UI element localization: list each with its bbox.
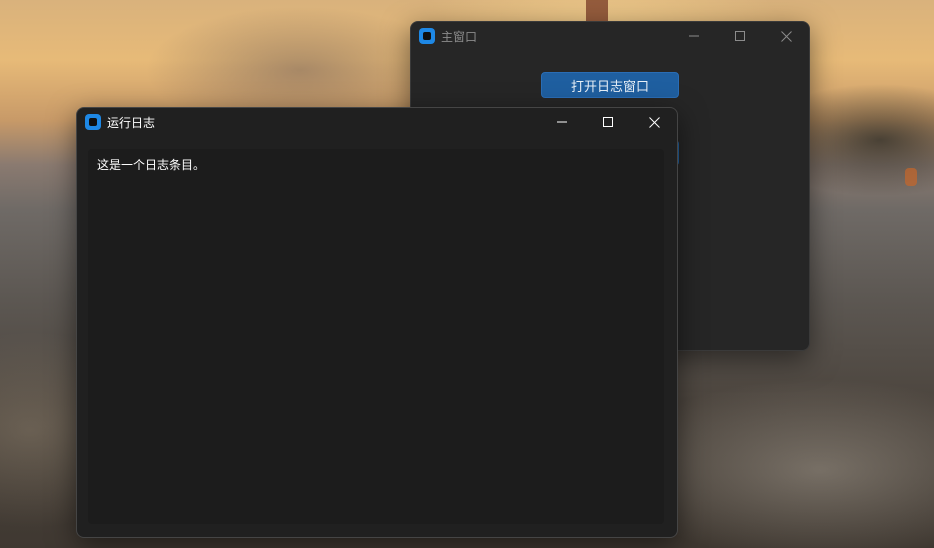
minimize-button[interactable] [539,108,585,136]
log-window-controls [539,108,677,136]
close-icon [780,30,792,42]
log-text-area[interactable]: 这是一个日志条目。 [88,149,664,524]
minimize-button[interactable] [671,22,717,50]
wallpaper-detail [905,168,917,186]
main-window-controls [671,22,809,50]
minimize-icon [689,35,699,37]
close-icon [648,116,660,128]
app-icon [419,28,435,44]
log-window-title: 运行日志 [107,115,156,130]
main-window-title: 主窗口 [441,29,478,44]
minimize-icon [557,121,567,123]
app-icon [85,114,101,130]
wallpaper-detail [586,0,608,22]
log-window-titlebar[interactable]: 运行日志 [77,108,677,136]
log-entry: 这是一个日志条目。 [97,158,206,172]
maximize-button[interactable] [585,108,631,136]
maximize-icon [603,117,613,127]
close-button[interactable] [631,108,677,136]
main-window-titlebar[interactable]: 主窗口 [411,22,809,50]
maximize-button[interactable] [717,22,763,50]
maximize-icon [735,31,745,41]
log-window[interactable]: 运行日志 这是一个日志条目。 [76,107,678,538]
open-log-window-button[interactable]: 打开日志窗口 [541,72,679,98]
close-button[interactable] [763,22,809,50]
